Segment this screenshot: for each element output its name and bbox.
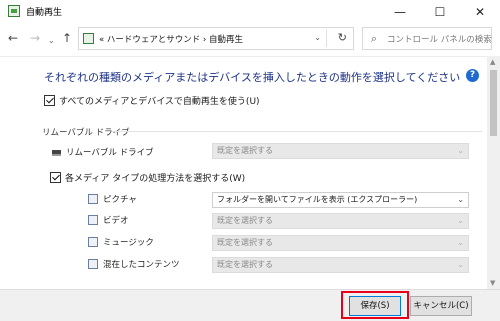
use-autoplay-checkbox-box[interactable]: [44, 95, 55, 106]
scroll-up-icon[interactable]: ▲: [490, 58, 495, 66]
address-separator: [326, 30, 327, 47]
minimize-button[interactable]: —: [380, 0, 420, 24]
chevron-down-icon: ⌄: [457, 216, 464, 225]
close-button[interactable]: ✕: [460, 0, 500, 24]
scroll-thumb[interactable]: [490, 70, 497, 136]
search-icon: ⌕: [371, 32, 378, 45]
mixed-content-select-value: 既定を選択する: [217, 260, 273, 269]
footer-bar: 保存(S) キャンセル(C): [0, 289, 500, 321]
music-select-value: 既定を選択する: [217, 238, 273, 247]
help-icon[interactable]: ?: [466, 69, 479, 82]
back-button[interactable]: ←: [8, 30, 18, 46]
cancel-button[interactable]: キャンセル(C): [410, 296, 472, 316]
removable-drive-select[interactable]: 既定を選択する ⌄: [212, 143, 469, 159]
navigation-bar: ← → ⌄ ↑ « ハードウェアとサウンド › 自動再生 ⌄ ↻ ⌕ コントロー…: [0, 24, 500, 54]
chevron-down-icon: ⌄: [457, 238, 464, 247]
page-heading: それぞれの種類のメディアまたはデバイスを挿入したときの動作を選択してください: [44, 71, 461, 84]
refresh-button[interactable]: ↻: [338, 31, 347, 44]
window-title: 自動再生: [26, 8, 63, 18]
choose-each-media-label[interactable]: 各メディア タイプの処理方法を選択する(W): [65, 171, 245, 184]
pictures-select[interactable]: フォルダーを開いてファイルを表示 (エクスプローラー) ⌄: [212, 192, 469, 208]
autoplay-app-icon: [8, 5, 20, 17]
mixed-content-select[interactable]: 既定を選択する ⌄: [212, 257, 469, 273]
chevron-down-icon: ⌄: [457, 146, 464, 155]
media-type-label-video: ビデオ: [103, 216, 129, 226]
media-type-label-pictures: ピクチャ: [103, 195, 137, 205]
use-autoplay-checkbox[interactable]: すべてのメディアとデバイスで自動再生を使う(U): [44, 94, 260, 107]
address-dropdown-icon[interactable]: ⌄: [314, 33, 321, 42]
maximize-button[interactable]: ☐: [420, 0, 460, 24]
section-divider: [112, 131, 482, 132]
pictures-select-value: フォルダーを開いてファイルを表示 (エクスプローラー): [217, 195, 418, 204]
main-content: それぞれの種類のメディアまたはデバイスを挿入したときの動作を選択してください ?…: [0, 56, 487, 289]
save-button-highlight: [341, 291, 409, 319]
vertical-scrollbar[interactable]: ▲ ▼: [487, 56, 500, 289]
media-type-label-mixed: 混在したコンテンツ: [103, 260, 180, 270]
up-button[interactable]: ↑: [62, 30, 72, 46]
music-select[interactable]: 既定を選択する ⌄: [212, 235, 469, 251]
choose-each-media-checkbox-box[interactable]: [50, 172, 61, 183]
mixed-content-icon: [88, 259, 98, 269]
picture-icon: [88, 194, 98, 204]
chevron-down-icon: ⌄: [457, 195, 464, 204]
chevron-down-icon: ⌄: [457, 260, 464, 269]
removable-drive-select-value: 既定を選択する: [217, 146, 273, 155]
removable-section-label: リムーバブル ドライブ: [42, 128, 130, 138]
video-select[interactable]: 既定を選択する ⌄: [212, 213, 469, 229]
video-icon: [88, 215, 98, 225]
scroll-down-icon[interactable]: ▼: [490, 279, 495, 287]
media-type-label-music: ミュージック: [103, 238, 154, 248]
use-autoplay-label[interactable]: すべてのメディアとデバイスで自動再生を使う(U): [59, 94, 260, 107]
breadcrumb[interactable]: « ハードウェアとサウンド › 自動再生: [99, 33, 243, 45]
removable-drive-icon: [52, 150, 61, 156]
control-panel-icon: [83, 33, 94, 44]
forward-button[interactable]: →: [30, 30, 40, 46]
search-input[interactable]: コントロール パネルの検索: [387, 33, 492, 45]
removable-drive-label: リムーバブル ドライブ: [66, 148, 154, 158]
search-box[interactable]: ⌕ コントロール パネルの検索: [362, 27, 492, 50]
address-bar[interactable]: « ハードウェアとサウンド › 自動再生 ⌄ ↻: [78, 27, 354, 50]
title-bar: 自動再生 — ☐ ✕: [0, 0, 500, 24]
choose-each-media-checkbox[interactable]: 各メディア タイプの処理方法を選択する(W): [50, 171, 245, 184]
music-icon: [88, 237, 98, 247]
recent-locations-dropdown[interactable]: ⌄: [48, 33, 55, 49]
video-select-value: 既定を選択する: [217, 216, 273, 225]
